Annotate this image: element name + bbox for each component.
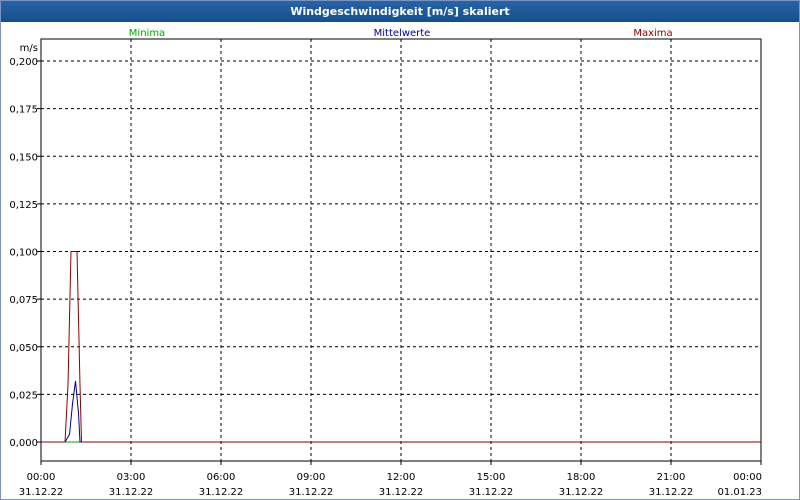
x-tick-date-label: 01.01.23 (717, 487, 762, 498)
x-tick-date-label: 31.12.22 (19, 487, 64, 498)
chart: 0,000 0,025 0,050 0,075 0,100 0,125 0,150 0,175… (9, 28, 762, 498)
y-tick-label: 0,200 (9, 57, 38, 68)
legend-minima: Minima (129, 28, 165, 39)
x-tick-time-label: 00:00 (733, 472, 762, 483)
x-tick-date-label: 31.12.22 (199, 487, 244, 498)
x-tick-time-label: 18:00 (567, 472, 596, 483)
y-tick-label: 0,050 (9, 343, 38, 354)
legend-mittelwerte: Mittelwerte (374, 28, 431, 39)
y-tick-label: 0,000 (9, 438, 38, 449)
x-tick-time-label: 09:00 (297, 472, 326, 483)
y-tick-label: 0,125 (9, 200, 38, 211)
y-tick-label: 0,175 (9, 105, 38, 116)
x-tick-time-label: 21:00 (657, 472, 686, 483)
x-tick-time-label: 12:00 (387, 472, 416, 483)
x-tick-date-label: 31.12.22 (109, 487, 154, 498)
y-axis-ticks: 0,000 0,025 0,050 0,075 0,100 0,125 0,150 0,175… (9, 57, 41, 449)
chart-window: Windgeschwindigkeit [m/s] skaliert 0,000… (0, 0, 800, 500)
legend-maxima: Maxima (633, 28, 672, 39)
x-axis-ticks: 00:00 31.12.22 03:00 31.12.22 06:00 31.12.22 0… (19, 461, 762, 498)
x-tick-time-label: 15:00 (477, 472, 506, 483)
x-tick-date-label: 31.12.22 (379, 487, 424, 498)
y-tick-label: 0,075 (9, 295, 38, 306)
y-tick-label: 0,150 (9, 152, 38, 163)
y-tick-label: 0,100 (9, 248, 38, 259)
y-axis-label: m/s (20, 43, 38, 54)
x-tick-date-label: 31.12.22 (289, 487, 334, 498)
x-tick-date-label: 31.12.22 (469, 487, 514, 498)
x-tick-time-label: 00:00 (27, 472, 56, 483)
x-tick-date-label: 31.12.22 (559, 487, 604, 498)
x-tick-date-label: 31.12.22 (649, 487, 694, 498)
x-tick-time-label: 06:00 (207, 472, 236, 483)
x-tick-time-label: 03:00 (117, 472, 146, 483)
y-tick-label: 0,025 (9, 390, 38, 401)
